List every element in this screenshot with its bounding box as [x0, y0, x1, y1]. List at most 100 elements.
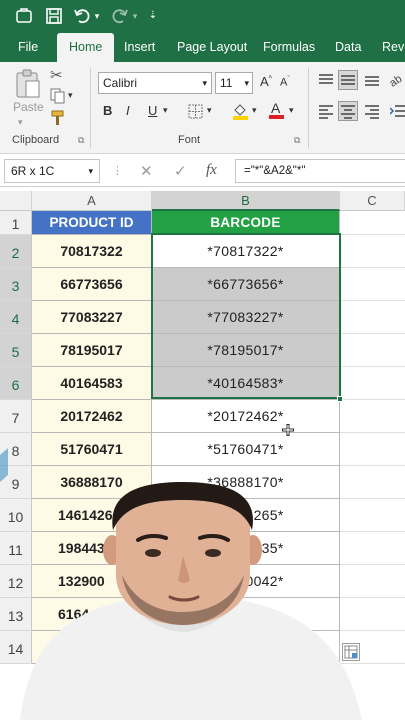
format-painter-icon[interactable] [50, 110, 66, 126]
cell-c[interactable] [340, 565, 405, 598]
column-header-c[interactable]: C [340, 191, 405, 211]
quick-analysis-icon[interactable] [342, 643, 360, 661]
barcode-cell[interactable]: *13290042* [152, 565, 340, 598]
redo-dropdown-icon[interactable]: ▾ [130, 6, 140, 26]
cell-c[interactable] [340, 367, 405, 400]
name-box[interactable]: 6R x 1C ▾ [4, 159, 100, 183]
select-all-corner[interactable] [0, 191, 32, 211]
row-number[interactable]: 14 [0, 631, 32, 664]
fill-color-dropdown-icon[interactable]: ▾ [252, 105, 257, 116]
paste-label[interactable]: Paste [13, 100, 44, 114]
row-number[interactable]: 11 [0, 532, 32, 565]
row-number[interactable]: 1 [0, 211, 32, 235]
decrease-font-icon[interactable]: Aˇ [280, 76, 290, 89]
barcode-cell[interactable]: 61647991* [152, 598, 340, 631]
product-id-cell[interactable]: 66773656 [32, 268, 152, 301]
align-left-icon[interactable] [318, 103, 334, 119]
product-id-cell[interactable]: 51760471 [32, 433, 152, 466]
product-id-cell[interactable]: 132900 [32, 565, 152, 598]
cell-c[interactable] [340, 532, 405, 565]
tab-file[interactable]: File [18, 33, 38, 62]
barcode-cell[interactable]: *20172462* [152, 400, 340, 433]
cell-c[interactable] [340, 433, 405, 466]
barcode-cell[interactable]: * [152, 631, 340, 664]
clipboard-launcher-icon[interactable]: ⧉ [78, 135, 84, 146]
cell-c[interactable] [340, 235, 405, 268]
tab-data[interactable]: Data [335, 33, 361, 62]
product-id-cell[interactable]: 20172462 [32, 400, 152, 433]
row-number[interactable]: 2 [0, 235, 32, 268]
cell-c[interactable] [340, 466, 405, 499]
top-align-icon[interactable] [318, 72, 334, 88]
row-number[interactable]: 3 [0, 268, 32, 301]
align-center-button[interactable] [338, 101, 358, 121]
column-header-a[interactable]: A [32, 191, 152, 211]
redo-icon[interactable] [110, 6, 130, 26]
font-name-select[interactable]: Calibri ▾ [98, 72, 212, 94]
borders-icon[interactable] [188, 104, 203, 119]
tab-formulas[interactable]: Formulas [263, 33, 315, 62]
barcode-cell[interactable]: *40164583* [152, 367, 340, 400]
cell-c[interactable] [340, 334, 405, 367]
tab-home[interactable]: Home [57, 33, 115, 62]
fill-color-icon[interactable] [232, 102, 249, 120]
barcode-cell[interactable]: *19844335* [152, 532, 340, 565]
tab-review[interactable]: Revi [382, 33, 405, 62]
font-size-select[interactable]: 11 ▾ [215, 72, 253, 94]
copy-icon[interactable] [50, 88, 66, 104]
cell-c[interactable] [340, 400, 405, 433]
barcode-cell[interactable]: *78195017* [152, 334, 340, 367]
column-header-b[interactable]: B [152, 191, 340, 211]
orientation-icon[interactable]: ab [387, 72, 404, 90]
cancel-icon[interactable]: ✕ [140, 162, 153, 180]
product-id-cell[interactable]: 36888170 [32, 466, 152, 499]
fill-handle[interactable] [337, 396, 343, 402]
align-right-icon[interactable] [364, 103, 380, 119]
product-id-cell[interactable]: 1461426 [32, 499, 152, 532]
header-cell-barcode[interactable]: BARCODE [152, 211, 340, 235]
row-number[interactable]: 8 [0, 433, 32, 466]
undo-dropdown-icon[interactable]: ▾ [92, 6, 102, 26]
barcode-cell[interactable]: *36888170* [152, 466, 340, 499]
product-id-cell[interactable] [32, 631, 152, 664]
underline-dropdown-icon[interactable]: ▾ [163, 105, 168, 116]
font-color-icon[interactable]: A [269, 100, 284, 120]
barcode-cell[interactable]: *70817322* [152, 235, 340, 268]
cell-c[interactable] [340, 211, 405, 235]
row-number[interactable]: 5 [0, 334, 32, 367]
product-id-cell[interactable]: 40164583 [32, 367, 152, 400]
font-color-dropdown-icon[interactable]: ▾ [289, 105, 294, 116]
row-number[interactable]: 12 [0, 565, 32, 598]
borders-dropdown-icon[interactable]: ▾ [207, 105, 212, 116]
product-id-cell[interactable]: 78195017 [32, 334, 152, 367]
customize-icon[interactable]: ⇣ [146, 6, 160, 26]
enter-icon[interactable]: ✓ [174, 162, 187, 180]
cut-icon[interactable]: ✂ [50, 66, 63, 84]
tab-insert[interactable]: Insert [124, 33, 155, 62]
insert-function-icon[interactable]: fx [206, 162, 217, 179]
font-launcher-icon[interactable]: ⧉ [294, 135, 300, 146]
product-id-cell[interactable]: 77083227 [32, 301, 152, 334]
paste-icon[interactable] [14, 68, 42, 100]
header-cell-product-id[interactable]: PRODUCT ID [32, 211, 152, 235]
italic-button[interactable]: I [126, 103, 130, 118]
increase-font-icon[interactable]: A^ [260, 74, 272, 89]
cell-c[interactable] [340, 268, 405, 301]
row-number[interactable]: 13 [0, 598, 32, 631]
indent-icon[interactable] [389, 103, 405, 119]
product-id-cell[interactable]: 6164 [32, 598, 152, 631]
row-number[interactable]: 6 [0, 367, 32, 400]
save-icon[interactable] [44, 6, 64, 26]
autosave-icon[interactable] [14, 6, 34, 26]
barcode-cell[interactable]: *14614265* [152, 499, 340, 532]
formula-input[interactable]: ="*"&A2&"*" [235, 159, 405, 183]
barcode-cell[interactable]: *66773656* [152, 268, 340, 301]
bold-button[interactable]: B [103, 103, 112, 118]
paste-dropdown-icon[interactable]: ▾ [18, 117, 23, 128]
undo-icon[interactable] [72, 6, 92, 26]
underline-button[interactable]: U [148, 103, 157, 118]
row-number[interactable]: 4 [0, 301, 32, 334]
product-id-cell[interactable]: 70817322 [32, 235, 152, 268]
barcode-cell[interactable]: *77083227* [152, 301, 340, 334]
barcode-cell[interactable]: *51760471* [152, 433, 340, 466]
